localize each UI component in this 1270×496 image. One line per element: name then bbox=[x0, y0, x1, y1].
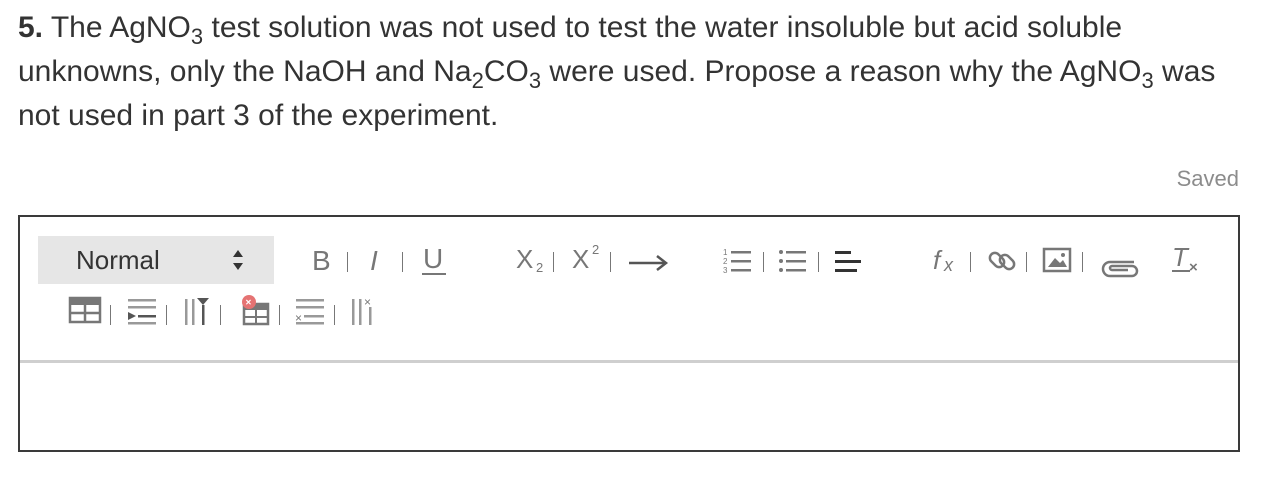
rich-text-editor: Normal B I U X 2 X 2 1 2 3 f x T × × × × bbox=[18, 215, 1240, 452]
svg-text:×: × bbox=[1189, 259, 1198, 276]
svg-text:x: x bbox=[943, 255, 954, 275]
paperclip-icon[interactable] bbox=[1098, 250, 1142, 280]
svg-text:1: 1 bbox=[723, 248, 728, 257]
toolbar-separator bbox=[1082, 252, 1083, 272]
clear-format-icon[interactable]: T × bbox=[1170, 241, 1206, 277]
bullet-list-icon[interactable] bbox=[778, 247, 810, 277]
toolbar-separator bbox=[553, 252, 554, 272]
select-arrows-icon bbox=[233, 250, 243, 270]
svg-text:×: × bbox=[364, 295, 371, 309]
right-arrow-icon[interactable] bbox=[628, 251, 670, 275]
bold-icon[interactable]: B bbox=[310, 244, 336, 276]
svg-text:X: X bbox=[572, 244, 589, 274]
question-text-part: were used. Propose a reason why the AgNO bbox=[541, 55, 1142, 88]
editor-content-area[interactable] bbox=[20, 363, 1238, 450]
toolbar-separator bbox=[334, 305, 335, 325]
toolbar-separator bbox=[347, 252, 348, 272]
subscript-digit: 2 bbox=[471, 68, 484, 93]
svg-text:2: 2 bbox=[723, 257, 728, 266]
toolbar-separator bbox=[610, 252, 611, 272]
svg-text:U: U bbox=[423, 243, 443, 274]
question-number: 5. bbox=[18, 11, 44, 44]
delete-row-icon[interactable]: × bbox=[294, 295, 328, 327]
question-text: 5. The AgNO3 test solution was not used … bbox=[18, 6, 1243, 138]
format-select[interactable]: Normal bbox=[38, 236, 274, 284]
subscript-digit: 3 bbox=[1141, 68, 1154, 93]
svg-text:3: 3 bbox=[723, 266, 728, 275]
delete-table-icon[interactable]: × bbox=[238, 293, 272, 327]
delete-column-icon[interactable]: × bbox=[350, 295, 380, 327]
insert-row-icon[interactable] bbox=[126, 295, 160, 327]
svg-text:×: × bbox=[246, 298, 252, 309]
formula-icon[interactable]: f x bbox=[932, 243, 966, 277]
underline-icon[interactable]: U bbox=[420, 242, 450, 278]
subscript-digit: 3 bbox=[190, 24, 204, 49]
saved-status: Saved bbox=[1176, 166, 1239, 191]
svg-text:f: f bbox=[933, 245, 943, 275]
svg-text:T: T bbox=[1172, 242, 1190, 272]
table-icon[interactable] bbox=[68, 295, 102, 325]
image-icon[interactable] bbox=[1042, 246, 1074, 276]
subscript-icon[interactable]: X 2 bbox=[515, 242, 551, 276]
superscript-icon[interactable]: X 2 bbox=[571, 239, 607, 275]
question-text-part: The AgNO bbox=[43, 11, 191, 44]
italic-icon[interactable]: I bbox=[366, 244, 392, 276]
svg-text:2: 2 bbox=[592, 242, 599, 257]
align-icon[interactable] bbox=[833, 247, 865, 277]
svg-text:2: 2 bbox=[536, 260, 543, 275]
toolbar-separator bbox=[110, 305, 111, 325]
ordered-list-icon[interactable]: 1 2 3 bbox=[723, 247, 755, 277]
toolbar-separator bbox=[818, 252, 819, 272]
format-select-value: Normal bbox=[76, 245, 160, 275]
editor-toolbar: Normal B I U X 2 X 2 1 2 3 f x T × × × × bbox=[20, 217, 1238, 363]
question-text-part: CO bbox=[483, 55, 529, 88]
toolbar-separator bbox=[279, 305, 280, 325]
svg-text:X: X bbox=[516, 244, 533, 274]
toolbar-separator bbox=[970, 252, 971, 272]
toolbar-separator bbox=[402, 252, 403, 272]
toolbar-separator bbox=[166, 305, 167, 325]
svg-text:I: I bbox=[370, 245, 378, 276]
link-icon[interactable] bbox=[986, 244, 1020, 278]
toolbar-separator bbox=[220, 305, 221, 325]
svg-text:B: B bbox=[312, 245, 331, 276]
insert-column-icon[interactable] bbox=[183, 295, 213, 327]
toolbar-separator bbox=[1026, 252, 1027, 272]
subscript-digit: 3 bbox=[528, 68, 542, 93]
toolbar-separator bbox=[763, 252, 764, 272]
